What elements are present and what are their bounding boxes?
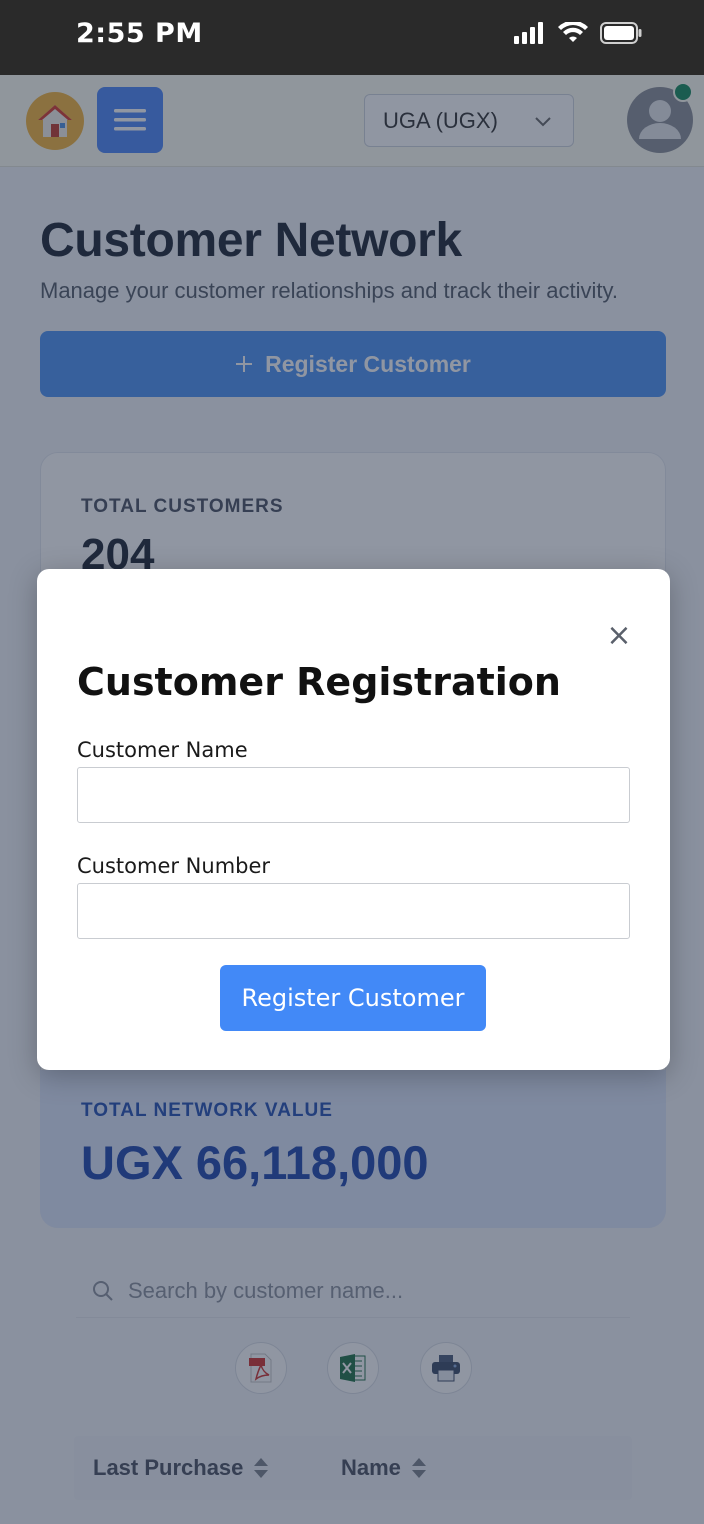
customer-number-input[interactable] bbox=[77, 883, 630, 939]
status-bar: 2:55 PM bbox=[0, 0, 704, 75]
battery-icon bbox=[600, 22, 642, 44]
wifi-icon bbox=[558, 22, 588, 42]
customer-name-label: Customer Name bbox=[77, 738, 248, 762]
customer-number-label: Customer Number bbox=[77, 854, 271, 878]
register-customer-submit-button[interactable]: Register Customer bbox=[220, 965, 486, 1031]
close-icon[interactable]: × bbox=[602, 621, 636, 651]
modal-title: Customer Registration bbox=[77, 660, 561, 704]
signal-icon bbox=[514, 22, 543, 44]
status-time: 2:55 PM bbox=[76, 18, 203, 49]
customer-name-input[interactable] bbox=[77, 767, 630, 823]
system-icons bbox=[514, 22, 642, 44]
